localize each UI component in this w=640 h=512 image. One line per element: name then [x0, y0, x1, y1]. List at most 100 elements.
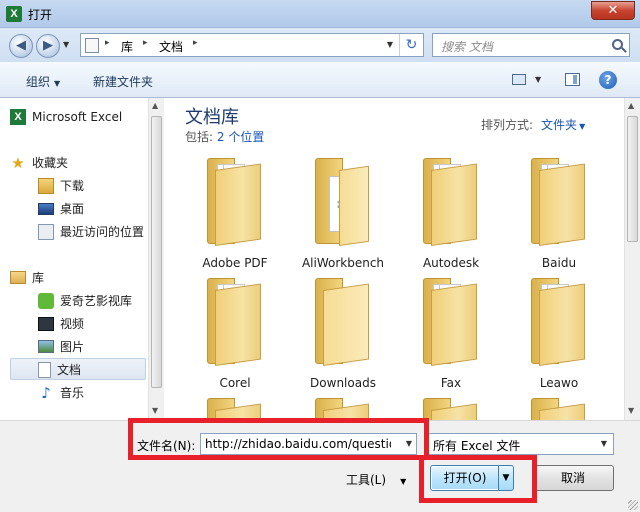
chevron-down-icon: ▼ — [400, 477, 407, 486]
library-includes: 包括: 2 个位置 — [185, 128, 264, 145]
sidebar-item-favorites[interactable]: ★ 收藏夹 — [10, 152, 68, 174]
scroll-down-icon[interactable]: ▼ — [152, 406, 158, 415]
resize-grip[interactable] — [628, 500, 638, 510]
file-type-select[interactable]: 所有 Excel 文件 ▼ — [427, 433, 614, 455]
help-icon[interactable]: ? — [599, 71, 617, 89]
folder-item[interactable]: Downloads — [293, 278, 393, 396]
organize-menu[interactable]: 组织 ▼ — [26, 73, 60, 90]
arrow-right-icon: ▶ — [43, 38, 53, 53]
folder-item[interactable]: Fax — [401, 278, 501, 396]
library-icon — [10, 271, 26, 284]
preview-pane-icon[interactable] — [565, 73, 580, 86]
scroll-up-icon[interactable]: ▲ — [628, 101, 634, 110]
folder-item[interactable] — [509, 398, 609, 420]
excel-icon: X — [10, 108, 26, 125]
sidebar-scroll-thumb[interactable] — [151, 116, 162, 388]
file-list-pane: 文档库 包括: 2 个位置 排列方式:文件夹▼ Adobe PDF AliWor… — [165, 98, 640, 420]
chevron-down-icon[interactable]: ▼ — [579, 122, 585, 131]
breadcrumb-documents[interactable]: 文档 — [159, 38, 183, 55]
folder-item[interactable] — [401, 398, 501, 420]
folder-name: Fax — [440, 376, 462, 390]
sidebar-item-pictures[interactable]: 图片 — [38, 336, 84, 358]
includes-label: 包括: — [185, 130, 214, 144]
new-folder-button[interactable]: 新建文件夹 — [93, 73, 153, 90]
folder-name: Autodesk — [422, 256, 480, 270]
folder-name: Corel — [219, 376, 251, 390]
folder-item[interactable]: Corel — [185, 278, 285, 396]
sidebar-item-videos[interactable]: 视频 — [38, 313, 84, 335]
folder-name: Downloads — [310, 376, 376, 390]
folder-item[interactable] — [185, 398, 285, 420]
folder-icon — [531, 398, 587, 420]
folder-icon — [423, 398, 479, 420]
folder-item[interactable]: Leawo — [509, 278, 609, 396]
picture-icon — [38, 340, 54, 353]
sidebar-item-recent[interactable]: 最近访问的位置 — [38, 221, 144, 243]
tools-menu[interactable]: 工具(L) ▼ — [346, 471, 406, 488]
iqiyi-icon — [38, 292, 54, 309]
sidebar-item-label: 图片 — [60, 340, 85, 354]
chevron-down-icon[interactable]: ▼ — [601, 439, 607, 448]
arrange-by: 排列方式: 文件夹 ▼ — [481, 116, 585, 133]
sidebar-item-desktop[interactable]: 桌面 — [38, 198, 84, 220]
folder-item[interactable]: Autodesk — [401, 158, 501, 276]
arrange-by-dropdown[interactable]: 文件夹 — [541, 118, 577, 132]
folder-item[interactable]: Baidu — [509, 158, 609, 276]
folder-icon — [207, 278, 263, 368]
scroll-up-icon[interactable]: ▲ — [152, 101, 158, 110]
breadcrumb-separator-icon[interactable]: ▸ — [105, 38, 110, 48]
sidebar-item-libraries[interactable]: 库 — [10, 267, 44, 289]
sidebar-item-label: 库 — [32, 271, 45, 285]
sidebar-item-iqiyi[interactable]: 爱奇艺影视库 — [38, 290, 132, 312]
sidebar-item-downloads[interactable]: 下载 — [38, 175, 84, 197]
document-icon — [38, 361, 51, 378]
folder-name: Adobe PDF — [202, 256, 268, 270]
back-button[interactable]: ◀ — [9, 34, 33, 58]
arrange-label: 排列方式: — [481, 118, 534, 132]
cancel-button[interactable]: 取消 — [532, 465, 614, 491]
music-icon: ♪ — [41, 383, 51, 402]
sidebar-item-documents[interactable]: 文档 — [10, 358, 146, 380]
folder-icon — [423, 278, 479, 368]
folder-icon — [315, 278, 371, 368]
sidebar-item-label: 音乐 — [60, 386, 85, 400]
sidebar-item-excel[interactable]: X Microsoft Excel — [10, 106, 122, 128]
sidebar-item-label: 下载 — [60, 179, 85, 193]
forward-button[interactable]: ▶ — [36, 34, 60, 58]
file-list-scroll-thumb[interactable] — [627, 116, 638, 242]
scroll-down-icon[interactable]: ▼ — [628, 406, 634, 415]
breadcrumb-separator-icon[interactable]: ▸ — [143, 38, 148, 48]
folder-item[interactable] — [293, 398, 393, 420]
sidebar-item-music[interactable]: ♪ 音乐 — [38, 382, 84, 404]
change-view-icon[interactable] — [512, 74, 526, 85]
search-box[interactable]: 搜索 文档 — [432, 33, 630, 57]
file-list-scrollbar[interactable]: ▲ ▼ — [624, 98, 640, 420]
highlight-box-filename — [128, 418, 429, 460]
folder-icon — [315, 398, 371, 420]
includes-link[interactable]: 2 个位置 — [217, 130, 264, 144]
document-icon — [85, 38, 99, 53]
folder-name: Baidu — [541, 256, 577, 270]
close-button[interactable]: ✕ — [591, 1, 635, 20]
breadcrumb-library[interactable]: 库 — [121, 38, 133, 55]
refresh-icon: ↻ — [405, 37, 418, 53]
recent-pages-dropdown[interactable]: ▼ — [63, 40, 69, 49]
chevron-down-icon[interactable]: ▼ — [535, 75, 541, 84]
refresh-button[interactable]: ↻ — [399, 34, 423, 56]
video-icon — [38, 316, 54, 331]
folder-icon — [315, 158, 371, 248]
chevron-down-icon[interactable]: ▼ — [387, 40, 393, 49]
folder-item[interactable]: Adobe PDF — [185, 158, 285, 276]
search-icon[interactable] — [612, 39, 623, 50]
folder-item[interactable]: AliWorkbench — [293, 158, 393, 276]
search-input[interactable]: 搜索 文档 — [441, 38, 493, 55]
organize-label: 组织 — [26, 75, 51, 89]
chevron-down-icon: ▼ — [54, 79, 61, 88]
sidebar-item-label: 文档 — [57, 363, 82, 377]
address-bar[interactable]: ▸ 库 ▸ 文档 ▸ ▼ ↻ — [80, 33, 424, 57]
sidebar-scrollbar[interactable]: ▲ ▼ — [148, 98, 164, 420]
folder-icon — [531, 158, 587, 248]
breadcrumb-separator-icon[interactable]: ▸ — [193, 38, 198, 48]
library-title: 文档库 — [185, 107, 239, 128]
tools-label: 工具(L) — [346, 473, 387, 487]
